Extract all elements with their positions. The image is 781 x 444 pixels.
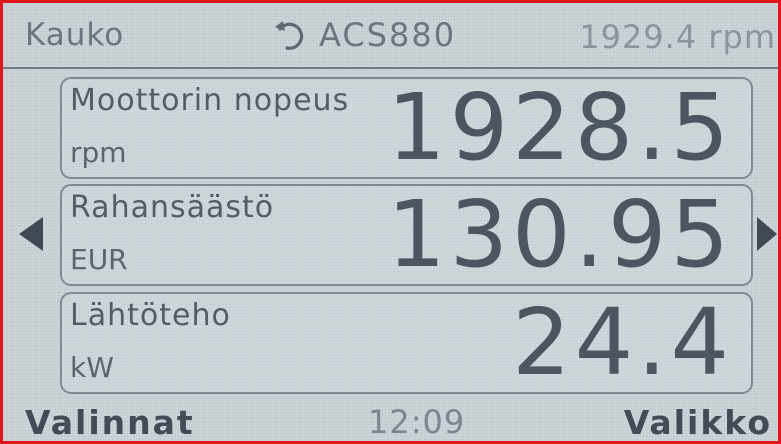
parameter-unit: rpm xyxy=(70,136,127,169)
options-softkey[interactable]: Valinnat xyxy=(25,403,195,441)
softkey-bar: Valinnat 12:09 Valikko xyxy=(3,397,778,441)
triangle-right-icon[interactable] xyxy=(757,217,777,251)
control-mode-label: Kauko xyxy=(25,17,125,53)
menu-softkey[interactable]: Valikko xyxy=(624,403,772,441)
parameter-name: Moottorin nopeus xyxy=(70,83,350,118)
parameter-value: 24.4 xyxy=(512,289,733,396)
clock-time: 12:09 xyxy=(368,403,466,441)
parameter-panel-motor-speed[interactable]: Moottorin nopeus rpm 1928.5 xyxy=(60,74,753,181)
triangle-left-icon[interactable] xyxy=(19,217,43,251)
parameter-unit: kW xyxy=(70,351,114,384)
rotate-clockwise-icon xyxy=(275,21,304,50)
drive-status: ACS880 xyxy=(273,16,456,54)
drive-name: ACS880 xyxy=(319,16,457,54)
parameter-name: Lähtöteho xyxy=(70,298,231,333)
parameter-name: Rahansäästö xyxy=(70,190,275,225)
status-actual-value: 1929.4 rpm xyxy=(579,18,776,56)
parameter-panel-output-power[interactable]: Lähtöteho kW 24.4 xyxy=(60,289,753,396)
parameter-unit: EUR xyxy=(70,243,128,276)
parameter-value: 1928.5 xyxy=(387,74,733,181)
parameter-value: 130.95 xyxy=(387,181,733,288)
control-panel-screen: Kauko ACS880 1929.4 rpm Moottorin nopeus… xyxy=(0,0,781,444)
status-bar: Kauko ACS880 1929.4 rpm xyxy=(3,3,778,69)
parameter-panel-money-savings[interactable]: Rahansäästö EUR 130.95 xyxy=(60,181,753,288)
